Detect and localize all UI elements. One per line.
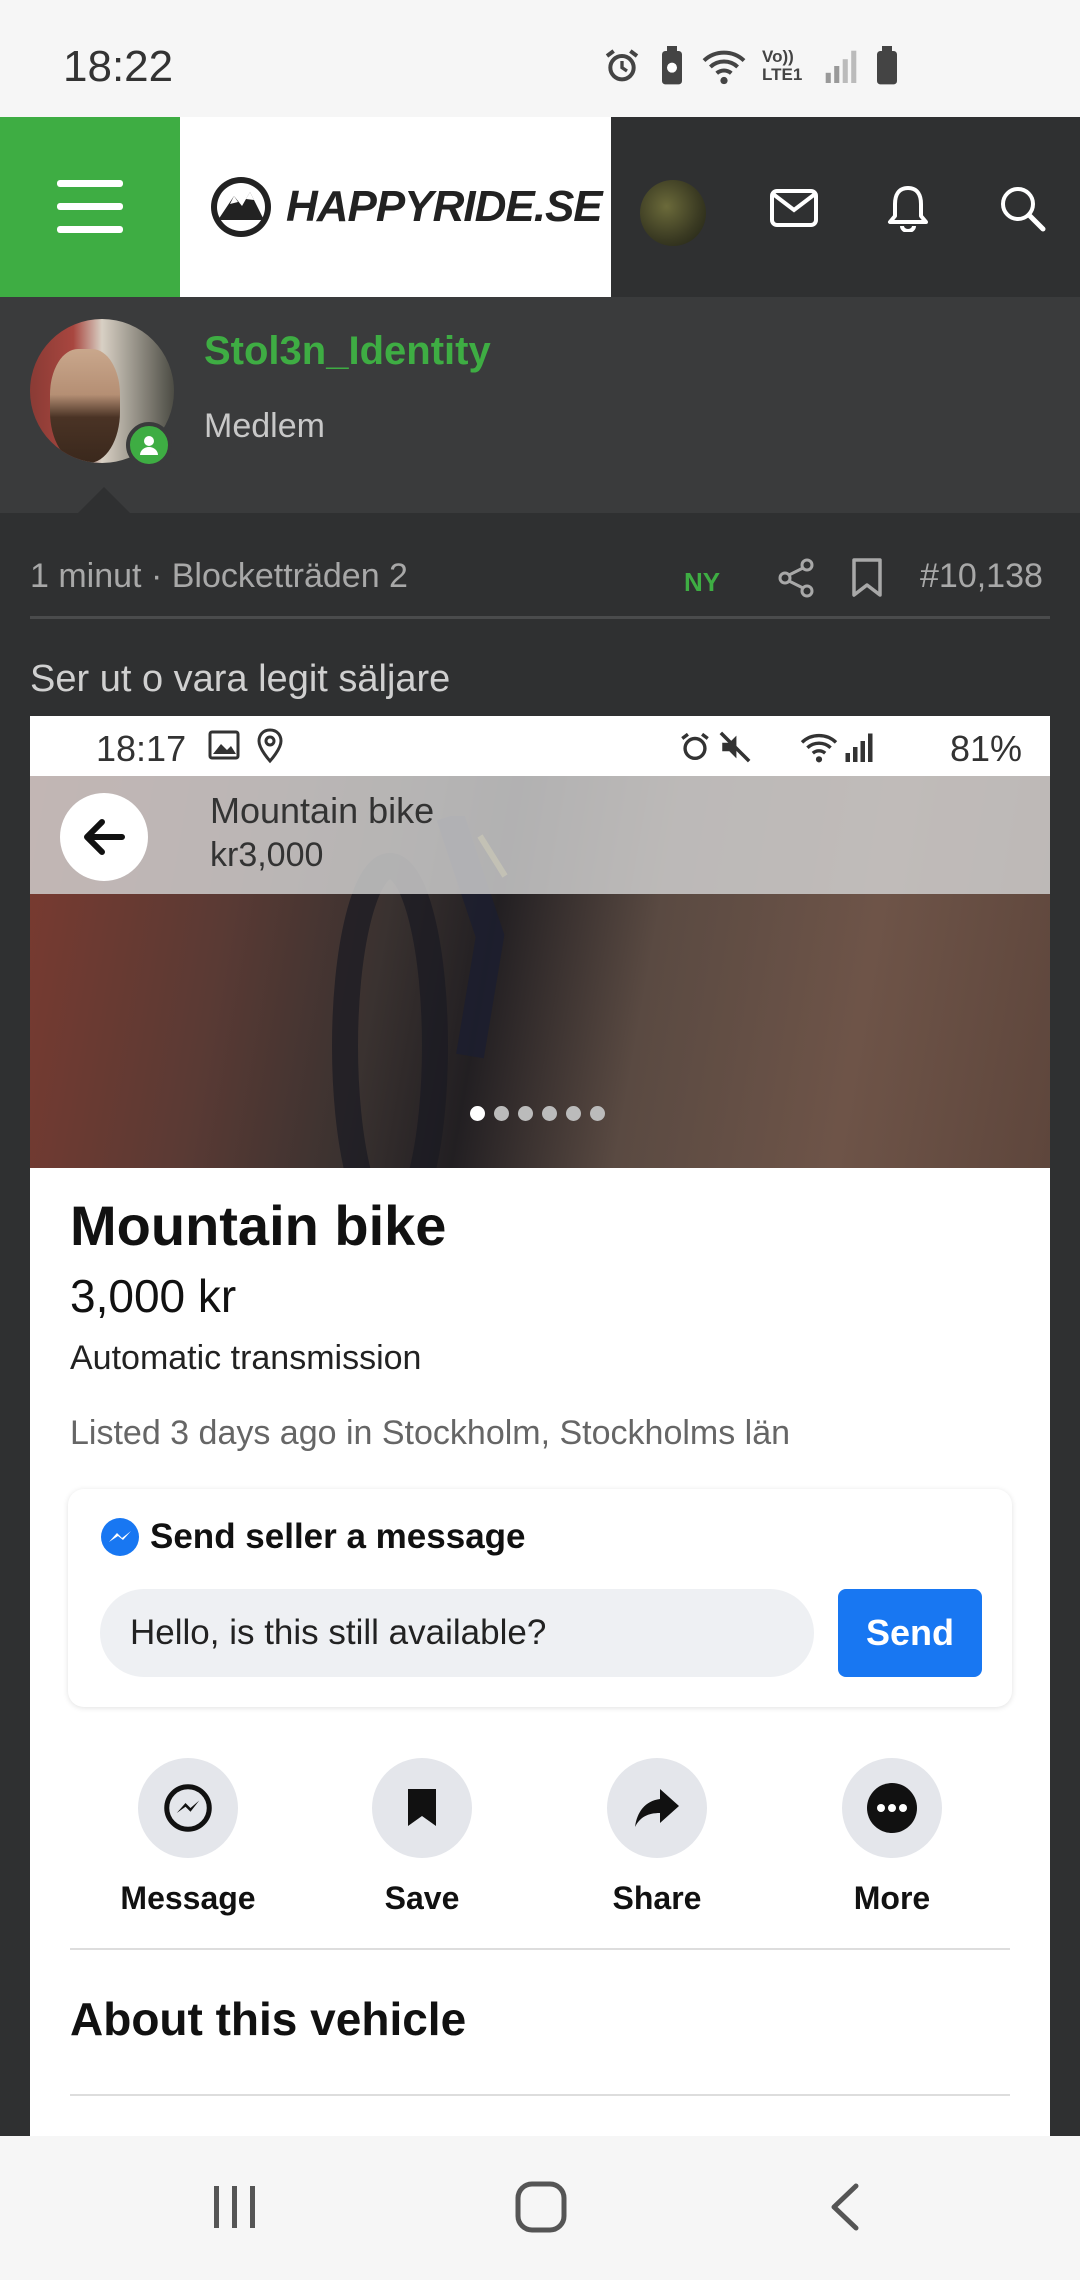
- home-button[interactable]: [514, 2180, 568, 2234]
- messenger-icon: [101, 1518, 139, 1556]
- more-action-circle[interactable]: [842, 1758, 942, 1858]
- volte-icon: Vo)) LTE1: [762, 47, 803, 84]
- search-button[interactable]: [994, 180, 1050, 236]
- listing-subtitle: Automatic transmission: [70, 1339, 422, 1377]
- share-action[interactable]: Share: [557, 1758, 757, 1917]
- embedded-battery-level: 81%: [949, 728, 1022, 769]
- arrow-left-icon: [84, 819, 125, 855]
- bell-icon: [888, 186, 928, 232]
- signal-icon: [825, 50, 857, 83]
- post-text: Ser ut o vara legit säljare: [30, 658, 451, 700]
- mail-button[interactable]: [766, 180, 822, 236]
- messenger-outline-icon: [164, 1784, 212, 1832]
- image-icon: [208, 730, 240, 760]
- more-action-label: More: [853, 1880, 931, 1916]
- notifications-button[interactable]: [880, 180, 936, 236]
- pagination-dot[interactable]: [542, 1106, 557, 1121]
- home-icon: [515, 2181, 567, 2233]
- menu-icon: [57, 180, 123, 233]
- photo-header-title: Mountain bike: [210, 790, 435, 831]
- photo-pagination: [470, 1106, 605, 1121]
- username-link[interactable]: Stol3n_Identity: [204, 329, 491, 374]
- embedded-alarm-icon: [681, 732, 709, 761]
- more-icon: [867, 1783, 917, 1833]
- message-input[interactable]: [100, 1589, 814, 1677]
- share-button[interactable]: [776, 557, 816, 599]
- embedded-screenshot[interactable]: 18:17 81% Mountain bike kr3,000 Mountain…: [30, 716, 1050, 2136]
- embedded-status-time: 18:17: [96, 728, 187, 769]
- pagination-dot[interactable]: [494, 1106, 509, 1121]
- share-arrow-icon: [635, 1789, 679, 1827]
- pagination-dot[interactable]: [518, 1106, 533, 1121]
- divider: [70, 2094, 1010, 2096]
- recent-apps-button[interactable]: [210, 2182, 260, 2232]
- share-icon: [778, 558, 814, 598]
- search-icon: [1001, 187, 1046, 232]
- mail-icon: [770, 189, 818, 227]
- battery-icon: [877, 46, 897, 85]
- location-icon: [257, 728, 283, 764]
- listing-photo-header: [30, 776, 1050, 894]
- save-action-label: Save: [384, 1880, 460, 1916]
- battery-saver-icon: [662, 46, 682, 85]
- status-bar: 18:22 Vo)) LTE1: [0, 0, 1080, 117]
- embedded-wifi-icon: [800, 733, 838, 763]
- listing-location[interactable]: Listed 3 days ago in Stockholm, Stockhol…: [70, 1414, 790, 1453]
- chevron-left-icon: [831, 2183, 859, 2231]
- pagination-dot[interactable]: [590, 1106, 605, 1121]
- embedded-status-bar: 18:17 81%: [30, 716, 1050, 776]
- about-section-title: About this vehicle: [70, 1993, 467, 2045]
- header-avatar[interactable]: [640, 180, 706, 246]
- bookmark-button[interactable]: [850, 557, 884, 599]
- send-message-card: Send seller a message Send: [68, 1489, 1012, 1707]
- bookmark-icon: [408, 1789, 436, 1826]
- share-action-label: Share: [612, 1880, 702, 1916]
- save-action[interactable]: Save: [322, 1758, 522, 1917]
- share-action-circle[interactable]: [607, 1758, 707, 1858]
- save-action-circle[interactable]: [372, 1758, 472, 1858]
- embedded-signal-icon: [845, 733, 873, 762]
- divider: [70, 1948, 1010, 1950]
- recent-apps-icon: [214, 2186, 255, 2228]
- message-action-circle[interactable]: [138, 1758, 238, 1858]
- back-button[interactable]: [60, 793, 148, 881]
- new-badge: NY: [684, 567, 721, 597]
- avatar-photo: [50, 349, 120, 463]
- status-icons: Vo)) LTE1: [602, 46, 900, 86]
- pagination-dot[interactable]: [566, 1106, 581, 1121]
- pagination-dot[interactable]: [470, 1106, 485, 1121]
- mute-icon: [719, 731, 751, 763]
- site-logo[interactable]: HAPPYRIDE.SE: [180, 117, 611, 297]
- message-action[interactable]: Message: [88, 1758, 288, 1917]
- logo-mountain-icon: [211, 177, 271, 237]
- site-header: HAPPYRIDE.SE: [0, 117, 1080, 297]
- message-action-label: Message: [120, 1880, 256, 1916]
- post-number-link[interactable]: #10,138: [920, 557, 1043, 596]
- post-author: Stol3n_Identity Medlem: [0, 297, 1080, 513]
- send-message-heading: Send seller a message: [150, 1517, 526, 1556]
- photo-header-price: kr3,000: [210, 836, 324, 874]
- post-meta: 1 minut · Blocketträden 2 NY #10,138: [30, 553, 1050, 619]
- back-nav-button[interactable]: [824, 2182, 864, 2232]
- bookmark-icon: [852, 558, 882, 597]
- online-status-badge: [126, 422, 172, 468]
- author-pointer: [78, 487, 130, 513]
- user-icon: [140, 436, 158, 455]
- send-button[interactable]: Send: [838, 1589, 982, 1677]
- user-title: Medlem: [204, 407, 325, 445]
- menu-button[interactable]: [0, 117, 180, 297]
- post-time-thread[interactable]: 1 minut · Blocketträden 2: [30, 557, 408, 596]
- more-action[interactable]: More: [792, 1758, 992, 1917]
- navigation-bar: [0, 2136, 1080, 2280]
- logo-text: HAPPYRIDE.SE: [286, 182, 603, 231]
- status-time: 18:22: [63, 42, 174, 91]
- alarm-icon: [605, 49, 639, 82]
- wifi-icon: [702, 50, 746, 85]
- listing-title: Mountain bike: [70, 1194, 447, 1257]
- listing-price: 3,000 kr: [70, 1270, 237, 1322]
